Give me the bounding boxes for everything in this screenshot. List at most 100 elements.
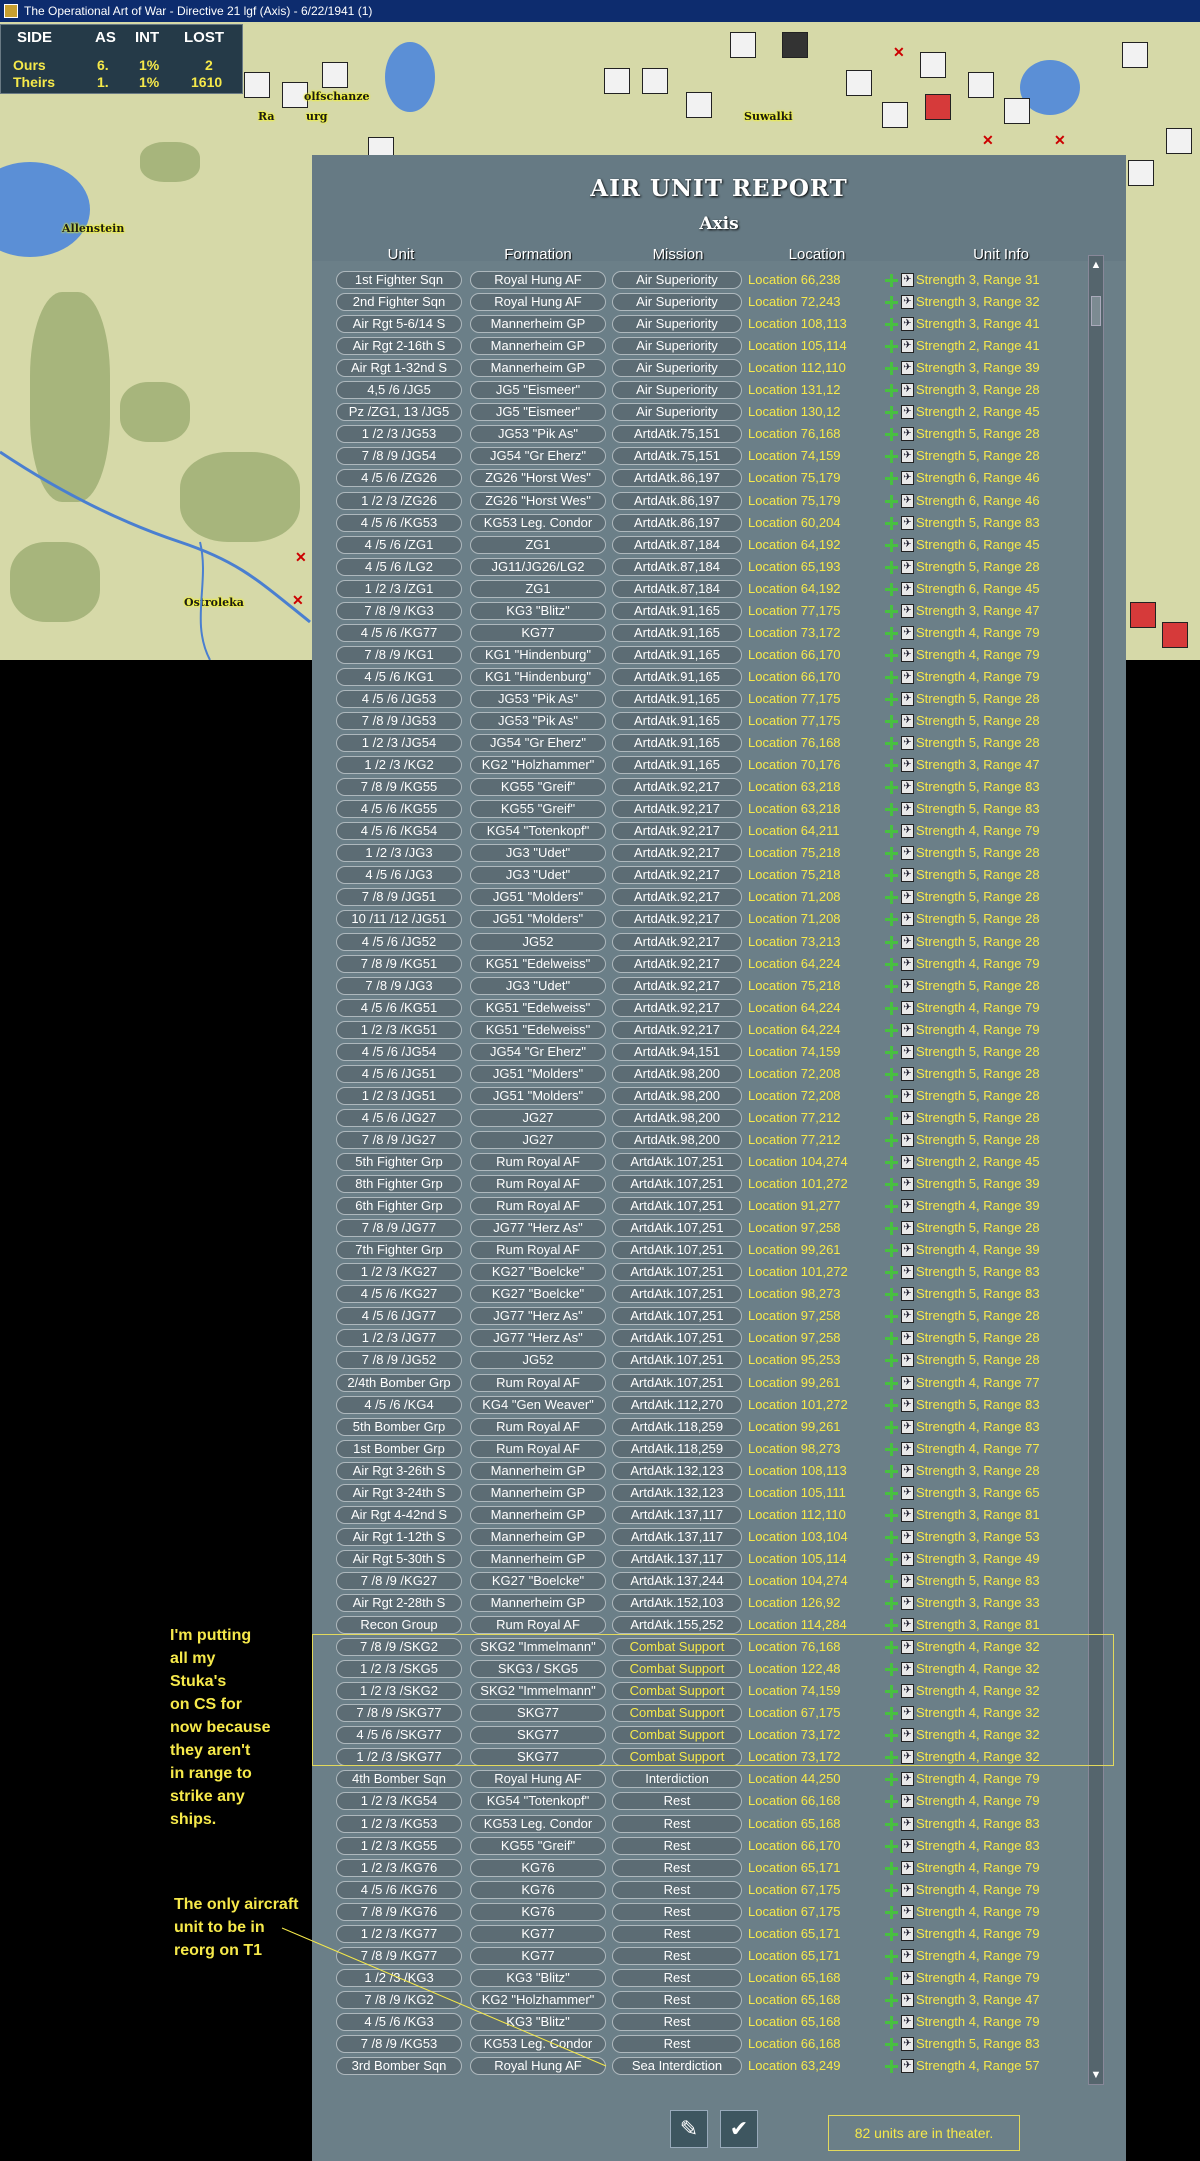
- air-unit-row[interactable]: 7 /8 /9 /JG3 JG3 "Udet" ArtdAtk.92,217 Loca…: [312, 975, 1126, 997]
- report-scrollbar[interactable]: ▲ ▼: [1088, 255, 1104, 2085]
- report-options-button[interactable]: ✎: [670, 2110, 708, 2148]
- plus-icon[interactable]: [885, 737, 898, 751]
- formation-button[interactable]: JG51 "Molders": [470, 888, 606, 907]
- formation-button[interactable]: Mannerheim GP: [470, 315, 606, 334]
- plus-icon[interactable]: [885, 428, 898, 442]
- air-unit-row[interactable]: 4 /5 /6 /JG3 JG3 "Udet" ArtdAtk.92,217 Loca…: [312, 864, 1126, 886]
- air-unit-row[interactable]: Air Rgt 1-32nd S Mannerheim GP Air Superio…: [312, 357, 1126, 379]
- mission-button[interactable]: ArtdAtk.87,184: [612, 535, 742, 554]
- unit-name-button[interactable]: 4 /5 /6 /KG53: [336, 513, 462, 532]
- air-unit-row[interactable]: 8th Fighter Grp Rum Royal AF ArtdAtk.107,2…: [312, 1173, 1126, 1195]
- mission-button[interactable]: ArtdAtk.137,117: [612, 1549, 742, 1568]
- mission-button[interactable]: Rest: [612, 1924, 742, 1943]
- plus-icon[interactable]: [885, 2060, 898, 2074]
- column-header-formation[interactable]: Formation: [476, 246, 600, 263]
- air-unit-row[interactable]: 1 /2 /3 /JG3 JG3 "Udet" ArtdAtk.92,217 Loca…: [312, 842, 1126, 864]
- formation-button[interactable]: Mannerheim GP: [470, 1527, 606, 1546]
- unit-name-button[interactable]: 4 /5 /6 /KG54: [336, 822, 462, 841]
- mission-button[interactable]: Sea Interdiction: [612, 2057, 742, 2076]
- unit-name-button[interactable]: 1 /2 /3 /JG53: [336, 425, 462, 444]
- formation-button[interactable]: JG54 "Gr Eherz": [470, 1042, 606, 1061]
- plus-icon[interactable]: [885, 1067, 898, 1081]
- mission-button[interactable]: ArtdAtk.91,165: [612, 601, 742, 620]
- formation-button[interactable]: JG3 "Udet": [470, 866, 606, 885]
- air-unit-row[interactable]: 4 /5 /6 /JG77 JG77 "Herz As" ArtdAtk.107,2…: [312, 1305, 1126, 1327]
- mission-button[interactable]: ArtdAtk.132,123: [612, 1461, 742, 1480]
- mission-button[interactable]: ArtdAtk.107,251: [612, 1153, 742, 1171]
- air-unit-row[interactable]: 7 /8 /9 /KG77 KG77 Rest Location 65,171 ✈ Str…: [312, 1945, 1126, 1967]
- formation-button[interactable]: KG55 "Greif": [470, 778, 606, 797]
- plus-icon[interactable]: [885, 1178, 898, 1192]
- air-unit-row[interactable]: 2/4th Bomber Grp Rum Royal AF ArtdAtk.107,…: [312, 1372, 1126, 1394]
- mission-button[interactable]: Air Superiority: [612, 337, 742, 356]
- plus-icon[interactable]: [885, 1442, 898, 1456]
- unit-name-button[interactable]: 7 /8 /9 /JG27: [336, 1130, 462, 1149]
- mission-button[interactable]: ArtdAtk.91,165: [612, 689, 742, 708]
- column-header-location[interactable]: Location: [752, 246, 882, 263]
- air-unit-row[interactable]: 4 /5 /6 /KG4 KG4 "Gen Weaver" ArtdAtk.112,…: [312, 1394, 1126, 1416]
- formation-button[interactable]: Rum Royal AF: [470, 1175, 606, 1194]
- air-unit-row[interactable]: 4 /5 /6 /KG3 KG3 "Blitz" Rest Location 65,1…: [312, 2011, 1126, 2033]
- formation-button[interactable]: KG2 "Holzhammer": [470, 756, 606, 775]
- air-unit-row[interactable]: Air Rgt 2-28th S Mannerheim GP ArtdAtk.152…: [312, 1592, 1126, 1614]
- unit-name-button[interactable]: 3rd Bomber Sqn: [336, 2057, 462, 2076]
- mission-button[interactable]: ArtdAtk.107,251: [612, 1307, 742, 1326]
- scroll-up-icon[interactable]: ▲: [1090, 258, 1102, 272]
- mission-button[interactable]: ArtdAtk.107,251: [612, 1219, 742, 1238]
- plus-icon[interactable]: [885, 1619, 898, 1633]
- unit-name-button[interactable]: 7 /8 /9 /KG1: [336, 645, 462, 664]
- unit-name-button[interactable]: 4 /5 /6 /KG51: [336, 998, 462, 1017]
- plus-icon[interactable]: [885, 1420, 898, 1434]
- formation-button[interactable]: Mannerheim GP: [470, 1549, 606, 1568]
- unit-name-button[interactable]: 7th Fighter Grp: [336, 1241, 462, 1260]
- unit-name-button[interactable]: 7 /8 /9 /KG53: [336, 2035, 462, 2053]
- mission-button[interactable]: ArtdAtk.87,184: [612, 579, 742, 598]
- plus-icon[interactable]: [885, 384, 898, 398]
- column-header-mission[interactable]: Mission: [618, 246, 738, 263]
- mission-button[interactable]: Rest: [612, 1968, 742, 1987]
- plus-icon[interactable]: [885, 494, 898, 508]
- plus-icon[interactable]: [885, 1905, 898, 1919]
- air-unit-row[interactable]: 7 /8 /9 /JG77 JG77 "Herz As" ArtdAtk.107,2…: [312, 1217, 1126, 1239]
- plus-icon[interactable]: [885, 362, 898, 376]
- air-unit-row[interactable]: 7 /8 /9 /KG53 KG53 Leg. Condor Rest Locatio…: [312, 2033, 1126, 2055]
- unit-name-button[interactable]: 1 /2 /3 /KG54: [336, 1792, 462, 1811]
- formation-button[interactable]: KG53 Leg. Condor: [470, 513, 606, 532]
- air-unit-row[interactable]: 7 /8 /9 /JG53 JG53 "Pik As" ArtdAtk.91,165…: [312, 710, 1126, 732]
- mission-button[interactable]: Rest: [612, 1990, 742, 2009]
- unit-name-button[interactable]: 7 /8 /9 /JG52: [336, 1351, 462, 1370]
- mission-button[interactable]: ArtdAtk.155,252: [612, 1616, 742, 1635]
- air-unit-row[interactable]: 4 /5 /6 /LG2 JG11/JG26/LG2 ArtdAtk.87,184 L…: [312, 556, 1126, 578]
- plus-icon[interactable]: [885, 1288, 898, 1302]
- plus-icon[interactable]: [885, 1486, 898, 1500]
- air-unit-row[interactable]: 1 /2 /3 /ZG1 ZG1 ArtdAtk.87,184 Location 64…: [312, 578, 1126, 600]
- air-unit-row[interactable]: 1 /2 /3 /KG3 KG3 "Blitz" Rest Location 65,1…: [312, 1967, 1126, 1989]
- mission-button[interactable]: ArtdAtk.92,217: [612, 998, 742, 1017]
- plus-icon[interactable]: [885, 450, 898, 464]
- formation-button[interactable]: JG5 "Eismeer": [470, 381, 606, 400]
- formation-button[interactable]: Rum Royal AF: [470, 1417, 606, 1436]
- unit-name-button[interactable]: 4 /5 /6 /ZG1: [336, 535, 462, 554]
- formation-button[interactable]: JG53 "Pik As": [470, 689, 606, 708]
- mission-button[interactable]: ArtdAtk.92,217: [612, 910, 742, 929]
- mission-button[interactable]: ArtdAtk.112,270: [612, 1395, 742, 1414]
- air-unit-row[interactable]: 3rd Bomber Sqn Royal Hung AF Sea Interdict…: [312, 2055, 1126, 2077]
- unit-name-button[interactable]: 1 /2 /3 /JG3: [336, 844, 462, 863]
- plus-icon[interactable]: [885, 715, 898, 728]
- unit-name-button[interactable]: Air Rgt 4-42nd S: [336, 1505, 462, 1524]
- mission-button[interactable]: ArtdAtk.94,151: [612, 1042, 742, 1061]
- formation-button[interactable]: Rum Royal AF: [470, 1373, 606, 1392]
- plus-icon[interactable]: [885, 538, 898, 552]
- mission-button[interactable]: ArtdAtk.92,217: [612, 1020, 742, 1039]
- air-unit-row[interactable]: 10 /11 /12 /JG51 JG51 "Molders" ArtdAtk.92…: [312, 908, 1126, 930]
- air-unit-row[interactable]: 7 /8 /9 /JG51 JG51 "Molders" ArtdAtk.92,21…: [312, 886, 1126, 908]
- formation-button[interactable]: Rum Royal AF: [470, 1616, 606, 1635]
- plus-icon[interactable]: [885, 472, 898, 486]
- formation-button[interactable]: JG77 "Herz As": [470, 1307, 606, 1326]
- mission-button[interactable]: Air Superiority: [612, 381, 742, 400]
- unit-name-button[interactable]: 7 /8 /9 /KG51: [336, 954, 462, 973]
- air-unit-row[interactable]: 1 /2 /3 /KG77 KG77 Rest Location 65,171 ✈ Str…: [312, 1923, 1126, 1945]
- column-header-unit-info[interactable]: Unit Info: [936, 246, 1066, 263]
- unit-name-button[interactable]: 4 /5 /6 /KG3: [336, 2012, 462, 2031]
- air-unit-row[interactable]: 4 /5 /6 /KG27 KG27 "Boelcke" ArtdAtk.107,2…: [312, 1283, 1126, 1305]
